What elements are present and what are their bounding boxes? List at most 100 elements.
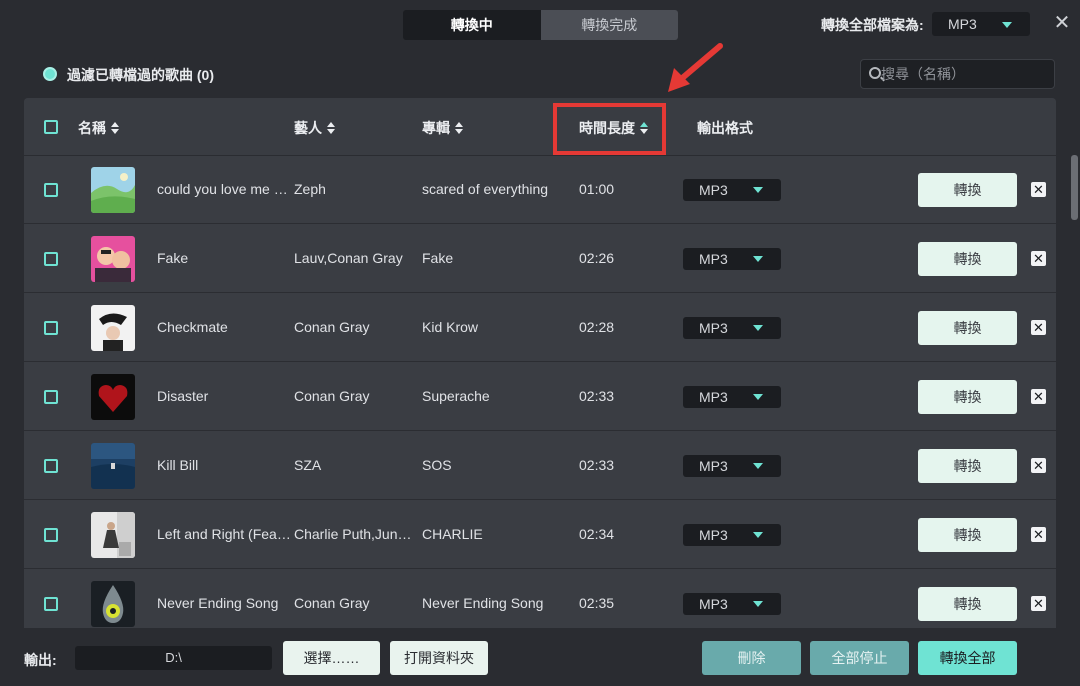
song-duration: 02:35 — [579, 595, 615, 611]
tab-converting[interactable]: 轉換中 — [403, 10, 541, 40]
column-header-format: 輸出格式 — [697, 118, 753, 138]
row-checkbox[interactable] — [44, 528, 58, 542]
song-album: Never Ending Song — [422, 595, 544, 611]
search-icon — [869, 67, 881, 79]
convert-button[interactable]: 轉換 — [918, 449, 1017, 483]
column-header-title[interactable]: 名稱 — [78, 118, 119, 138]
album-art — [91, 512, 135, 558]
song-artist: Conan Gray — [294, 319, 370, 335]
song-album: Superache — [422, 388, 490, 404]
format-dropdown[interactable]: MP3 — [683, 455, 781, 477]
format-dropdown[interactable]: MP3 — [683, 179, 781, 201]
row-checkbox[interactable] — [44, 390, 58, 404]
convert-all-format-value: MP3 — [948, 16, 977, 32]
song-artist: Conan Gray — [294, 595, 370, 611]
output-path-field[interactable]: D:\ — [75, 646, 272, 670]
format-value: MP3 — [699, 458, 728, 474]
album-art — [91, 305, 135, 351]
song-album: SOS — [422, 457, 452, 473]
search-box[interactable] — [860, 59, 1055, 89]
output-label: 輸出: — [24, 652, 57, 668]
song-title: Left and Right (Fea… — [157, 526, 291, 542]
song-artist: Lauv,Conan Gray — [294, 250, 403, 266]
sort-icon — [111, 122, 119, 134]
close-icon[interactable]: ✕ — [1052, 13, 1072, 33]
stop-all-button[interactable]: 全部停止 — [810, 641, 909, 675]
chevron-down-icon — [753, 325, 763, 331]
remove-icon[interactable]: ✕ — [1031, 527, 1046, 542]
open-folder-button[interactable]: 打開資料夾 — [390, 641, 488, 675]
convert-button[interactable]: 轉換 — [918, 380, 1017, 414]
row-checkbox[interactable] — [44, 252, 58, 266]
song-album: CHARLIE — [422, 526, 483, 542]
song-artist: Conan Gray — [294, 388, 370, 404]
chevron-down-icon — [753, 187, 763, 193]
format-dropdown[interactable]: MP3 — [683, 593, 781, 615]
convert-all-format-dropdown[interactable]: MP3 — [932, 12, 1030, 36]
convert-all-format-label: 轉換全部檔案為: — [821, 17, 924, 33]
song-title: Disaster — [157, 388, 209, 404]
song-duration: 02:34 — [579, 526, 615, 542]
status-tabs: 轉換中 轉換完成 — [403, 10, 678, 40]
convert-button[interactable]: 轉換 — [918, 518, 1017, 552]
row-checkbox[interactable] — [44, 183, 58, 197]
row-checkbox[interactable] — [44, 321, 58, 335]
column-header-artist[interactable]: 藝人 — [294, 118, 335, 138]
select-all-checkbox[interactable] — [44, 120, 58, 134]
remove-icon[interactable]: ✕ — [1031, 389, 1046, 404]
format-dropdown[interactable]: MP3 — [683, 248, 781, 270]
song-artist: Charlie Puth,Jun… — [294, 526, 412, 542]
song-duration: 02:33 — [579, 388, 615, 404]
remove-icon[interactable]: ✕ — [1031, 596, 1046, 611]
album-art — [91, 581, 135, 627]
convert-button[interactable]: 轉換 — [918, 587, 1017, 621]
format-dropdown[interactable]: MP3 — [683, 317, 781, 339]
remove-icon[interactable]: ✕ — [1031, 458, 1046, 473]
filter-converted-radio[interactable] — [43, 67, 57, 81]
sort-icon — [327, 122, 335, 134]
convert-all-button[interactable]: 轉換全部 — [918, 641, 1017, 675]
table-scrollbar[interactable] — [1071, 155, 1078, 220]
table-row: Kill Bill SZA SOS 02:33 MP3 轉換 ✕ — [24, 432, 1056, 500]
album-art — [91, 443, 135, 489]
table-row: Never Ending Song Conan Gray Never Endin… — [24, 570, 1056, 628]
song-album: Kid Krow — [422, 319, 479, 335]
format-value: MP3 — [699, 389, 728, 405]
remove-icon[interactable]: ✕ — [1031, 251, 1046, 266]
annotation-arrow-icon — [668, 43, 723, 92]
duration-header-highlight — [553, 103, 666, 155]
sort-icon — [455, 122, 463, 134]
choose-folder-button[interactable]: 選擇…… — [283, 641, 380, 675]
remove-icon[interactable]: ✕ — [1031, 320, 1046, 335]
format-value: MP3 — [699, 251, 728, 267]
column-album-label: 專輯 — [422, 120, 450, 136]
column-format-label: 輸出格式 — [697, 120, 753, 136]
column-header-album[interactable]: 專輯 — [422, 118, 463, 138]
search-input[interactable] — [881, 64, 1049, 84]
chevron-down-icon — [753, 532, 763, 538]
chevron-down-icon — [753, 256, 763, 262]
tab-converted[interactable]: 轉換完成 — [540, 10, 678, 40]
chevron-down-icon — [753, 463, 763, 469]
song-title: could you love me … — [157, 181, 288, 197]
song-duration: 02:26 — [579, 250, 615, 266]
row-checkbox[interactable] — [44, 597, 58, 611]
format-dropdown[interactable]: MP3 — [683, 524, 781, 546]
song-duration: 02:28 — [579, 319, 615, 335]
remove-icon[interactable]: ✕ — [1031, 182, 1046, 197]
song-duration: 01:00 — [579, 181, 615, 197]
song-artist: Zeph — [294, 181, 326, 197]
convert-button[interactable]: 轉換 — [918, 242, 1017, 276]
delete-button[interactable]: 刪除 — [702, 641, 801, 675]
filter-converted-label[interactable]: 過濾已轉檔過的歌曲 (0) — [67, 65, 214, 85]
song-artist: SZA — [294, 457, 322, 473]
convert-button[interactable]: 轉換 — [918, 311, 1017, 345]
album-art — [91, 167, 135, 213]
song-table: 名稱 藝人 專輯 時間長度 輸出格式 could you love me … Z… — [24, 98, 1056, 628]
format-dropdown[interactable]: MP3 — [683, 386, 781, 408]
convert-button[interactable]: 轉換 — [918, 173, 1017, 207]
song-title: Never Ending Song — [157, 595, 279, 611]
song-title: Checkmate — [157, 319, 228, 335]
row-checkbox[interactable] — [44, 459, 58, 473]
table-header: 名稱 藝人 專輯 時間長度 輸出格式 — [24, 98, 1056, 156]
